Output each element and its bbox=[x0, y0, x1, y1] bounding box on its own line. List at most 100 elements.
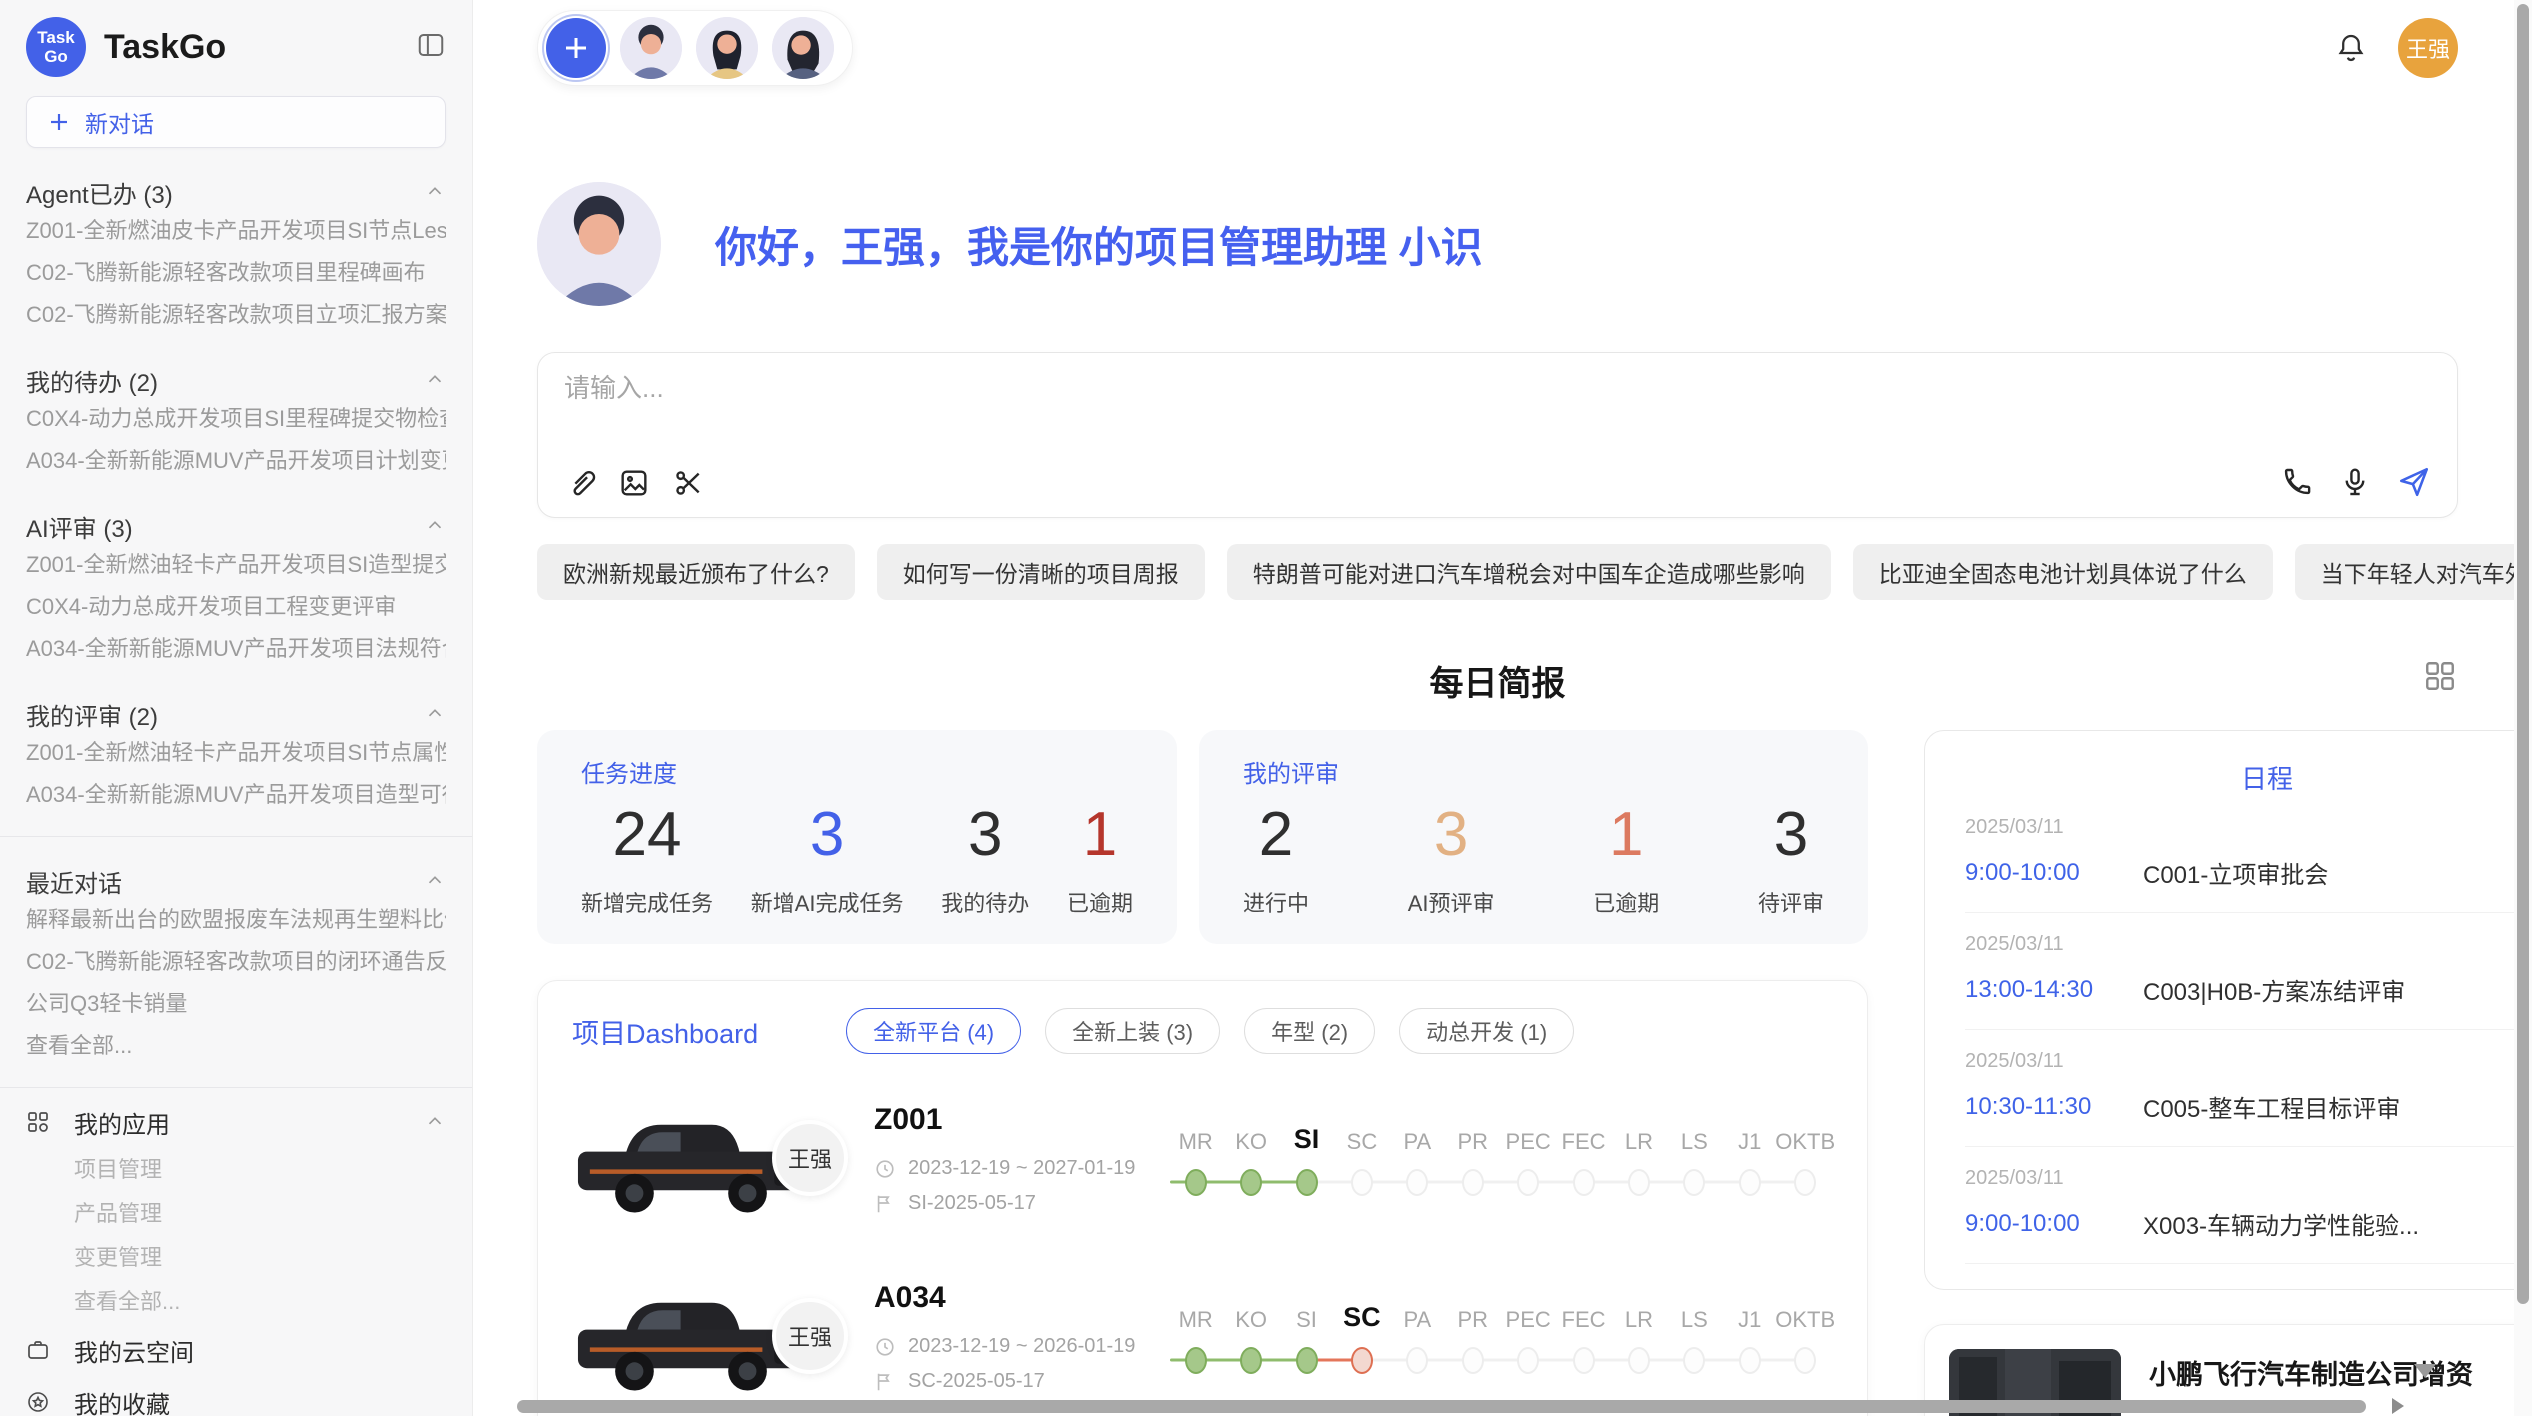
sidebar-item-change-mgmt[interactable]: 变更管理 bbox=[26, 1236, 446, 1280]
sidebar-item-my-apps[interactable]: 我的应用 bbox=[26, 1096, 446, 1148]
scissors-icon[interactable] bbox=[672, 467, 704, 499]
project-dates: 2023-12-19 ~ 2027-01-19 bbox=[874, 1157, 1142, 1180]
suggestion-chip[interactable]: 如何写一份清晰的项目周报 bbox=[877, 544, 1205, 600]
project-dates: 2023-12-19 ~ 2026-01-19 bbox=[874, 1335, 1142, 1358]
list-item[interactable]: C02-飞腾新能源轻客改款项目里程碑画布 bbox=[26, 252, 446, 294]
milestone-dot-done bbox=[1296, 1347, 1318, 1374]
sidebar-item-product-mgmt[interactable]: 产品管理 bbox=[26, 1192, 446, 1236]
sidebar-item-project-mgmt[interactable]: 项目管理 bbox=[26, 1148, 446, 1192]
owner-badge: 王强 bbox=[772, 1298, 848, 1374]
member-avatar[interactable] bbox=[696, 17, 758, 79]
card-title: 任务进度 bbox=[581, 754, 1133, 789]
milestone-label: SI bbox=[1279, 1297, 1334, 1333]
milestone-dot bbox=[1628, 1347, 1650, 1374]
sidebar-item-favorites[interactable]: 我的收藏 bbox=[26, 1376, 446, 1416]
horizontal-scrollbar-thumb[interactable] bbox=[517, 1400, 2366, 1413]
user-avatar[interactable]: 王强 bbox=[2398, 18, 2458, 78]
suggestion-chip[interactable]: 欧洲新规最近颁布了什么? bbox=[537, 544, 855, 600]
sidebar: Task Go TaskGo 新对话 Agent已办 (3) Z001-全新燃油… bbox=[0, 0, 473, 1416]
image-icon[interactable] bbox=[618, 467, 650, 499]
stat-value: 1 bbox=[1067, 799, 1133, 870]
layout-grid-icon[interactable] bbox=[2422, 658, 2458, 699]
vertical-scrollbar[interactable] bbox=[2514, 0, 2532, 1416]
view-all-schedule-link[interactable]: 查看所有日程 bbox=[1965, 1264, 2532, 1290]
tab-new-platform[interactable]: 全新平台 (4) bbox=[846, 1008, 1021, 1054]
chat-input[interactable] bbox=[564, 373, 2431, 404]
list-item[interactable]: C0X4-动力总成开发项目SI里程碑提交物检查 bbox=[26, 398, 446, 440]
section-header[interactable]: 最近对话 bbox=[26, 863, 446, 899]
phone-icon[interactable] bbox=[2281, 466, 2313, 498]
view-all-link[interactable]: 查看全部... bbox=[26, 1280, 446, 1324]
milestone-label: FEC bbox=[1556, 1119, 1611, 1155]
section-header[interactable]: AI评审 (3) bbox=[26, 508, 446, 544]
schedule-date: 2025/03/11 bbox=[1965, 933, 2532, 956]
project-row[interactable]: 王强 Z001 2023-12-19 ~ 2027-01-19 SI-2025-… bbox=[572, 1085, 1833, 1233]
section-header[interactable]: 我的待办 (2) bbox=[26, 362, 446, 398]
taskgo-app: Task Go TaskGo 新对话 Agent已办 (3) Z001-全新燃油… bbox=[0, 0, 2532, 1416]
notifications-bell-icon[interactable] bbox=[2334, 31, 2368, 65]
milestone-dot bbox=[1351, 1169, 1373, 1196]
new-chat-button[interactable]: 新对话 bbox=[26, 96, 446, 148]
suggestion-chip[interactable]: 特朗普可能对进口汽车增税会对中国车企造成哪些影响 bbox=[1227, 544, 1831, 600]
scroll-down-arrow-icon[interactable] bbox=[2414, 1364, 2436, 1378]
member-avatar[interactable] bbox=[772, 17, 834, 79]
stat-items: 24 新增完成任务 3 新增AI完成任务 3 我的待办 bbox=[581, 799, 1133, 918]
list-item[interactable]: A034-全新新能源MUV产品开发项目法规符合性评审 bbox=[26, 628, 446, 670]
list-item[interactable]: 解释最新出台的欧盟报废车法规再生塑料比例被调至15%... bbox=[26, 899, 446, 941]
team-members-pill bbox=[537, 10, 853, 86]
list-item[interactable]: C02-飞腾新能源轻客改款项目的闭环通告反馈情况 bbox=[26, 941, 446, 983]
list-item[interactable]: Z001-全新燃油皮卡产品开发项目SI节点Lesson Learn报告 bbox=[26, 210, 446, 252]
stat-label: 新增AI完成任务 bbox=[751, 886, 904, 918]
milestone-labels: MR KO SI SC PA PR PEC FEC LR LS J1 bbox=[1168, 1119, 1833, 1155]
schedule-line: 9:00-10:00 X003-车辆动力学性能验... 加入 bbox=[1965, 1206, 2532, 1241]
main-content: 王强 你好，王强，我是你的项目管理助理 小识 bbox=[473, 0, 2532, 1416]
schedule-entry: 2025/03/11 9:00-10:00 C001-立项审批会 加入 bbox=[1965, 796, 2532, 913]
sidebar-divider bbox=[0, 836, 472, 837]
milestone-label: SC bbox=[1334, 1119, 1389, 1155]
milestone-dot bbox=[1517, 1169, 1539, 1196]
member-avatar[interactable] bbox=[620, 17, 682, 79]
list-item[interactable]: C0X4-动力总成开发项目工程变更评审 bbox=[26, 586, 446, 628]
scroll-right-arrow-icon[interactable] bbox=[2392, 1398, 2404, 1414]
collapse-sidebar-icon[interactable] bbox=[416, 30, 446, 65]
section-header[interactable]: 我的评审 (2) bbox=[26, 696, 446, 732]
sidebar-section-recent: 最近对话 解释最新出台的欧盟报废车法规再生塑料比例被调至15%... C02-飞… bbox=[26, 863, 446, 1067]
list-item[interactable]: Z001-全新燃油轻卡产品开发项目SI节点属性5D文件评审 bbox=[26, 732, 446, 774]
stat-label: AI预评审 bbox=[1408, 886, 1495, 918]
list-item[interactable]: 公司Q3轻卡销量 bbox=[26, 983, 446, 1025]
list-item[interactable]: A034-全新新能源MUV产品开发项目造型可行性评审 bbox=[26, 774, 446, 816]
send-icon[interactable] bbox=[2397, 465, 2431, 499]
list-item[interactable]: Z001-全新燃油轻卡产品开发项目SI造型提交物评审 bbox=[26, 544, 446, 586]
microphone-icon[interactable] bbox=[2339, 466, 2371, 498]
schedule-title: 日程 bbox=[1965, 759, 2532, 796]
topbar-right: 王强 bbox=[2334, 18, 2458, 78]
vertical-scrollbar-thumb[interactable] bbox=[2517, 4, 2529, 1304]
schedule-time: 13:00-14:30 bbox=[1965, 976, 2143, 1004]
section-header[interactable]: Agent已办 (3) bbox=[26, 174, 446, 210]
schedule-line: 13:00-14:30 C003|H0B-方案冻结评审 加入 bbox=[1965, 972, 2532, 1007]
input-tools-right bbox=[2281, 465, 2431, 499]
list-item[interactable]: A034-全新新能源MUV产品开发项目计划变更表编写 bbox=[26, 440, 446, 482]
tab-model-year[interactable]: 年型 (2) bbox=[1244, 1008, 1375, 1054]
milestone-label: LS bbox=[1667, 1297, 1722, 1333]
stat-value: 3 bbox=[1758, 799, 1824, 870]
schedule-time: 9:00-10:00 bbox=[1965, 1210, 2143, 1238]
sidebar-item-label: 我的收藏 bbox=[74, 1385, 170, 1416]
suggestion-chip[interactable]: 比亚迪全固态电池计划具体说了什么 bbox=[1853, 544, 2273, 600]
view-all-link[interactable]: 查看全部... bbox=[26, 1025, 446, 1067]
milestone-dot-done bbox=[1185, 1347, 1207, 1374]
sidebar-item-label: 我的应用 bbox=[74, 1105, 424, 1140]
add-member-button[interactable] bbox=[546, 18, 606, 78]
milestone-dot-overdue bbox=[1351, 1347, 1373, 1374]
project-row[interactable]: 王强 A034 2023-12-19 ~ 2026-01-19 SC-2025-… bbox=[572, 1263, 1833, 1411]
list-item[interactable]: C02-飞腾新能源轻客改款项目立项汇报方案 bbox=[26, 294, 446, 336]
sidebar-item-cloud-space[interactable]: 我的云空间 bbox=[26, 1324, 446, 1376]
suggestion-chip[interactable]: 当下年轻人对汽车外观有怎样的喜好趋势 bbox=[2295, 544, 2532, 600]
tab-new-body[interactable]: 全新上装 (3) bbox=[1045, 1008, 1220, 1054]
stat-label: 我的待办 bbox=[941, 886, 1029, 918]
tab-powertrain[interactable]: 动总开发 (1) bbox=[1399, 1008, 1574, 1054]
stat-label: 新增完成任务 bbox=[581, 886, 713, 918]
attachment-icon[interactable] bbox=[564, 467, 596, 499]
milestone-dot bbox=[1573, 1347, 1595, 1374]
stat-label: 已逾期 bbox=[1067, 886, 1133, 918]
